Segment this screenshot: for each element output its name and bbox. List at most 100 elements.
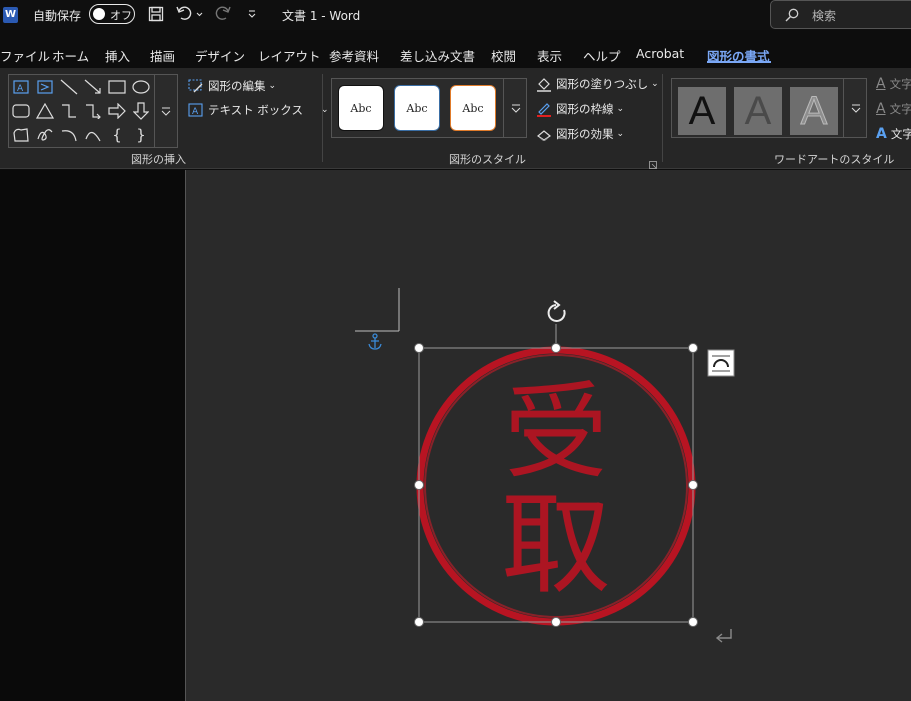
text-outline-label: 文字 bbox=[889, 102, 911, 116]
resize-handle-bottom-right bbox=[688, 617, 698, 627]
freeform-shape-icon[interactable] bbox=[11, 125, 31, 145]
textbox-horizontal-icon[interactable]: A bbox=[11, 77, 31, 97]
shape-effects-button[interactable]: 図形の効果 ⌄ bbox=[536, 124, 624, 144]
word-window: W 自動保存 オフ 文書 1 - Word 検索 ファイル ホーム 挿入 描画 … bbox=[0, 0, 911, 701]
text-outline-button[interactable]: A 文字 bbox=[876, 99, 911, 119]
text-box-icon: A bbox=[188, 103, 203, 117]
arc-shape-icon[interactable] bbox=[59, 125, 79, 145]
rotate-handle-icon[interactable] bbox=[545, 300, 567, 324]
scribble-shape-icon[interactable] bbox=[35, 125, 55, 145]
expand-gallery-icon bbox=[511, 104, 520, 113]
shape-gallery: A { } bbox=[8, 74, 178, 148]
shape-style-preset-3[interactable]: Abc bbox=[450, 85, 496, 131]
shape-effects-icon bbox=[536, 130, 552, 141]
tab-review[interactable]: 校閲 bbox=[491, 46, 516, 65]
wordart-more-button[interactable] bbox=[843, 78, 867, 138]
edit-shape-label: 図形の編集 bbox=[208, 79, 266, 93]
layout-options-button[interactable] bbox=[707, 349, 735, 377]
shape-fill-button[interactable]: 図形の塗りつぶし ⌄ bbox=[536, 74, 659, 94]
rectangle-shape-icon[interactable] bbox=[107, 77, 127, 97]
search-box[interactable]: 検索 bbox=[770, 0, 911, 29]
shape-style-preset-2[interactable]: Abc bbox=[394, 85, 440, 131]
tab-draw[interactable]: 描画 bbox=[150, 46, 175, 65]
tab-design[interactable]: デザイン bbox=[195, 46, 245, 65]
document-canvas[interactable]: 受 取 bbox=[186, 170, 911, 701]
tab-mailings[interactable]: 差し込み文書 bbox=[400, 46, 475, 65]
tab-view[interactable]: 表示 bbox=[537, 46, 562, 65]
text-fill-button[interactable]: A 文字 bbox=[876, 74, 911, 94]
paragraph-mark-icon bbox=[715, 629, 732, 643]
shape-effects-label: 図形の効果 bbox=[556, 127, 614, 141]
search-icon bbox=[785, 8, 799, 22]
save-icon[interactable] bbox=[146, 4, 166, 24]
document-title: 文書 1 - Word bbox=[282, 9, 361, 23]
curve-shape-icon[interactable] bbox=[83, 125, 103, 145]
line-shape-icon[interactable] bbox=[59, 77, 79, 97]
search-placeholder: 検索 bbox=[812, 9, 837, 23]
resize-handle-bottom-left bbox=[414, 617, 424, 627]
dialog-launcher-icon[interactable] bbox=[649, 154, 657, 169]
shape-style-gallery: Abc Abc Abc bbox=[331, 78, 527, 138]
paint-bucket-icon bbox=[537, 78, 551, 92]
text-box-button[interactable]: A テキスト ボックス ⌄ bbox=[188, 100, 329, 120]
word-app-icon[interactable]: W bbox=[3, 7, 18, 23]
elbow-connector-icon[interactable] bbox=[59, 101, 79, 121]
tab-file[interactable]: ファイル bbox=[0, 46, 50, 65]
resize-handle-top bbox=[551, 343, 561, 353]
right-brace-icon[interactable]: } bbox=[131, 125, 151, 145]
wordart-preset-2[interactable]: A bbox=[734, 87, 782, 135]
shape-style-preset-1[interactable]: Abc bbox=[338, 85, 384, 131]
autosave-toggle[interactable]: オフ bbox=[89, 4, 135, 24]
tab-help[interactable]: ヘルプ bbox=[583, 46, 621, 65]
wordart-gallery: A A A bbox=[671, 78, 867, 138]
text-box-label: テキスト ボックス bbox=[208, 103, 303, 117]
svg-text:A: A bbox=[192, 107, 199, 117]
anchor-icon[interactable] bbox=[368, 333, 382, 350]
redo-icon[interactable] bbox=[212, 4, 234, 24]
left-brace-icon[interactable]: { bbox=[107, 125, 127, 145]
tab-insert[interactable]: 挿入 bbox=[105, 46, 130, 65]
seal-stamp-image[interactable]: 受 取 bbox=[416, 346, 696, 626]
pen-outline-icon bbox=[537, 103, 551, 117]
toggle-knob bbox=[93, 7, 105, 20]
resize-handle-top-left bbox=[414, 343, 424, 353]
shape-gallery-more-button[interactable] bbox=[154, 74, 178, 148]
edit-shape-button[interactable]: 図形の編集 ⌄ bbox=[188, 76, 276, 96]
shape-fill-label: 図形の塗りつぶし bbox=[556, 77, 649, 91]
tab-layout[interactable]: レイアウト bbox=[258, 46, 321, 65]
text-effects-button[interactable]: A 文字 bbox=[876, 124, 911, 144]
wordart-preset-1[interactable]: A bbox=[678, 87, 726, 135]
ribbon: A { } 図形の編集 ⌄ A テキスト ボックス ⌄ 図形の挿入 Abc Ab… bbox=[0, 68, 911, 169]
svg-text:A: A bbox=[17, 84, 24, 94]
group-separator bbox=[662, 74, 663, 162]
tab-home[interactable]: ホーム bbox=[52, 46, 89, 65]
expand-gallery-icon bbox=[161, 107, 171, 116]
shape-style-more-button[interactable] bbox=[503, 78, 527, 138]
arrow-line-icon[interactable] bbox=[83, 77, 103, 97]
triangle-shape-icon[interactable] bbox=[35, 101, 55, 121]
undo-icon[interactable] bbox=[174, 4, 204, 24]
elbow-arrow-icon[interactable] bbox=[83, 101, 103, 121]
group-label-wordart-styles: ワードアートのスタイル bbox=[774, 153, 895, 166]
resize-handle-top-right bbox=[688, 343, 698, 353]
customize-qat-icon[interactable] bbox=[244, 4, 260, 24]
textbox-vertical-icon[interactable] bbox=[35, 77, 55, 97]
rounded-rect-icon[interactable] bbox=[11, 101, 31, 121]
group-label-shape-styles: 図形のスタイル bbox=[449, 153, 526, 166]
resize-handle-bottom bbox=[551, 617, 561, 627]
chevron-down-icon: ⌄ bbox=[616, 104, 625, 114]
tab-acrobat[interactable]: Acrobat bbox=[636, 46, 684, 61]
down-arrow-shape-icon[interactable] bbox=[131, 101, 151, 121]
shape-outline-button[interactable]: 図形の枠線 ⌄ bbox=[536, 99, 624, 119]
text-effects-label: 文字 bbox=[890, 127, 911, 141]
tab-references[interactable]: 参考資料 bbox=[329, 46, 379, 65]
expand-gallery-icon bbox=[851, 104, 860, 113]
right-arrow-shape-icon[interactable] bbox=[107, 101, 127, 121]
active-tab-underline bbox=[707, 61, 771, 63]
chevron-down-icon: ⌄ bbox=[616, 129, 625, 139]
group-separator bbox=[322, 74, 323, 162]
wordart-preset-3[interactable]: A bbox=[790, 87, 838, 135]
resize-handle-left bbox=[414, 480, 424, 490]
oval-shape-icon[interactable] bbox=[131, 77, 151, 97]
resize-handle-right bbox=[688, 480, 698, 490]
